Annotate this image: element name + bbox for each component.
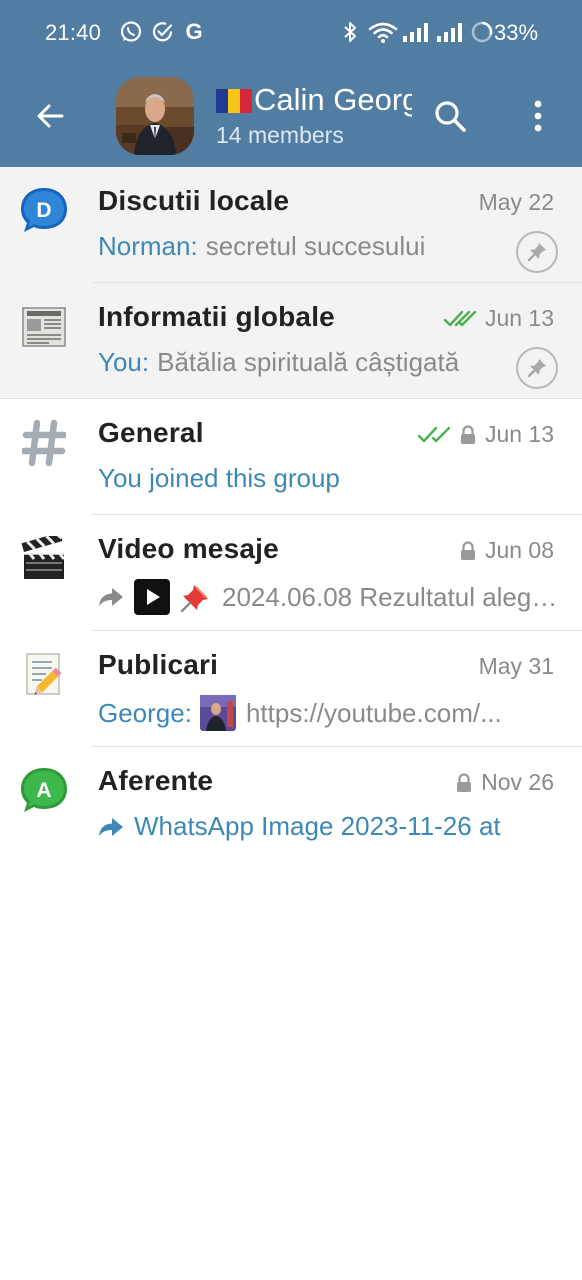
topic-informatii-globale[interactable]: Informatii globale Jun 13 You: Bătălia s… bbox=[0, 283, 582, 399]
signal-icon-2 bbox=[436, 19, 466, 45]
group-title-text: Calin George bbox=[254, 82, 412, 117]
topic-title: Aferente bbox=[98, 765, 214, 796]
topic-video-mesaje[interactable]: Video mesaje Jun 08 2024.06.08 Rezultatu… bbox=[0, 515, 582, 631]
member-count: 14 members bbox=[216, 122, 344, 148]
status-time: 21:40 bbox=[45, 20, 102, 45]
status-bar: 21:40 G 33% bbox=[0, 0, 582, 66]
topic-date: Jun 13 bbox=[417, 421, 554, 448]
topic-aferente[interactable]: A Aferente Nov 26 WhatsApp Image 2023-11… bbox=[0, 747, 582, 863]
topic-date: May 31 bbox=[478, 653, 554, 679]
bluetooth-icon bbox=[340, 19, 360, 45]
more-options-button[interactable] bbox=[516, 94, 560, 138]
video-thumbnail-icon bbox=[134, 579, 170, 615]
message-preview: Bătălia spirituală câștigată bbox=[157, 347, 460, 377]
group-title[interactable]: Calin George bbox=[216, 82, 412, 118]
topic-last-message: George: https://youtube.com/... bbox=[98, 695, 558, 731]
topic-title: Informatii globale bbox=[98, 301, 335, 332]
arrow-left-icon bbox=[37, 104, 64, 128]
topic-date: Jun 08 bbox=[459, 537, 554, 564]
message-preview: https://youtube.com/... bbox=[245, 697, 502, 728]
search-icon bbox=[435, 101, 466, 132]
topic-publicari[interactable]: Publicari May 31 George: https://youtube… bbox=[0, 631, 582, 747]
message-preview: 2024.06.08 Rezultatul alegerilor bbox=[222, 581, 558, 612]
pin-icon bbox=[516, 231, 558, 273]
whatsapp-icon bbox=[118, 19, 144, 45]
pushpin-icon bbox=[180, 581, 212, 613]
pin-icon bbox=[516, 347, 558, 389]
topic-last-message: You joined this group bbox=[98, 463, 488, 494]
topic-title: General bbox=[98, 417, 204, 448]
newspaper-icon bbox=[18, 301, 70, 353]
message-sender: George: bbox=[98, 697, 192, 728]
photo-thumbnail bbox=[199, 695, 236, 731]
topic-title: Publicari bbox=[98, 649, 219, 680]
topic-general[interactable]: General Jun 13 You joined this group bbox=[0, 399, 582, 515]
message-sender: You: bbox=[98, 347, 150, 377]
more-vertical-icon bbox=[534, 100, 542, 132]
speech-bubble-d-icon: D bbox=[18, 185, 70, 237]
battery-ring-icon bbox=[470, 19, 494, 45]
double-check-icon bbox=[417, 426, 451, 442]
toolbar: Calin George 14 members bbox=[0, 66, 582, 167]
topic-last-message: WhatsApp Image 2023-11-26 at bbox=[98, 811, 558, 842]
signal-icon bbox=[402, 19, 432, 45]
message-sender: Norman: bbox=[98, 231, 198, 261]
topic-date: Nov 26 bbox=[455, 769, 554, 796]
topic-date: May 22 bbox=[478, 189, 554, 215]
lock-icon bbox=[460, 424, 475, 444]
forward-icon bbox=[98, 816, 124, 838]
message-preview: You joined this group bbox=[98, 463, 340, 493]
memo-pencil-icon bbox=[18, 649, 70, 701]
hashtag-icon bbox=[18, 417, 70, 469]
forward-icon bbox=[98, 586, 124, 608]
message-preview: WhatsApp Image 2023-11-26 at bbox=[134, 811, 501, 841]
svg-text:A: A bbox=[36, 779, 51, 802]
topic-last-message: Norman: secretul succesului bbox=[98, 231, 488, 262]
double-check-icon bbox=[443, 310, 477, 326]
lock-icon bbox=[457, 772, 472, 792]
topic-last-message: You: Bătălia spirituală câștigată bbox=[98, 347, 488, 378]
check-circle-icon bbox=[150, 19, 176, 45]
topic-date: Jun 13 bbox=[443, 305, 554, 332]
lock-icon bbox=[460, 540, 475, 560]
topic-discutii-locale[interactable]: D Discutii locale May 22 Norman: secretu… bbox=[0, 167, 582, 283]
topic-title: Video mesaje bbox=[98, 533, 279, 564]
search-button[interactable] bbox=[428, 94, 472, 138]
message-preview: secretul succesului bbox=[205, 231, 426, 261]
back-button[interactable] bbox=[28, 94, 72, 138]
romania-flag-icon bbox=[216, 85, 252, 113]
clapperboard-icon bbox=[18, 533, 70, 585]
svg-text:D: D bbox=[36, 199, 51, 222]
topic-title: Discutii locale bbox=[98, 185, 290, 216]
google-icon: G bbox=[185, 19, 203, 44]
battery-percent: 33% bbox=[494, 20, 539, 45]
speech-bubble-a-icon: A bbox=[18, 765, 70, 817]
wifi-icon bbox=[368, 19, 398, 45]
group-avatar[interactable] bbox=[116, 77, 194, 155]
topic-last-message: 2024.06.08 Rezultatul alegerilor bbox=[98, 579, 558, 615]
